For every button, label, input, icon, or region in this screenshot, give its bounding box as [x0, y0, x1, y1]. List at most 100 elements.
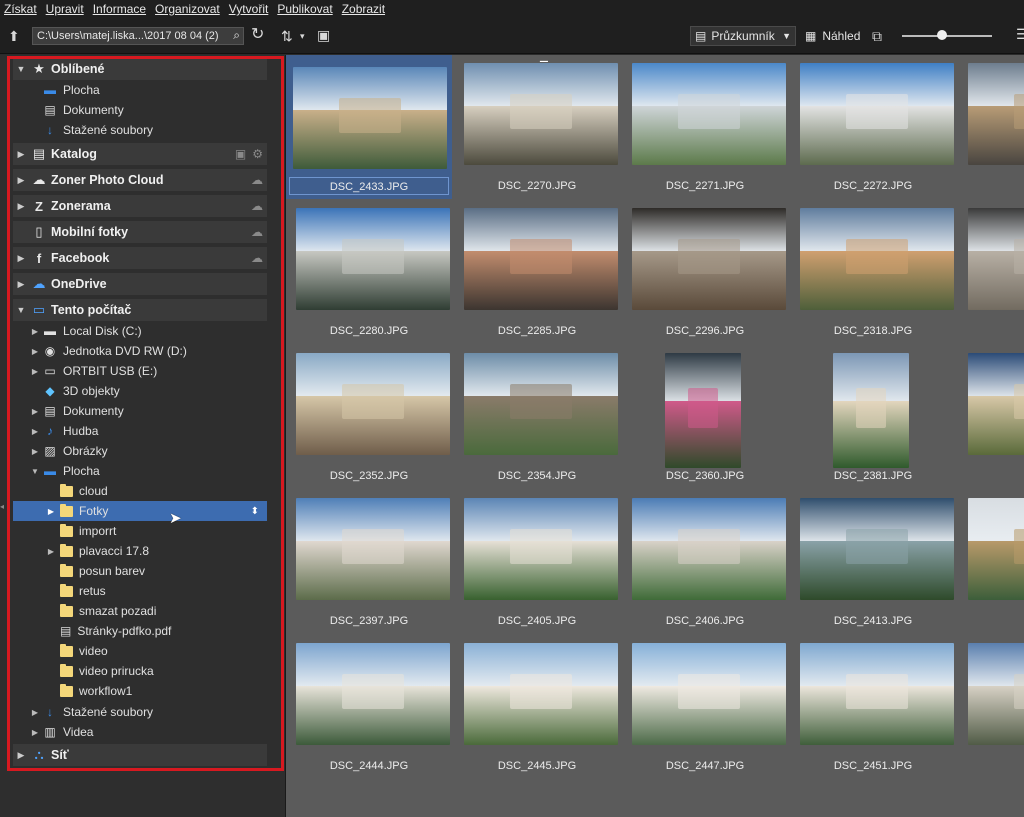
favorite-item-dokumenty[interactable]: ▤ Dokumenty: [41, 100, 123, 120]
photo-thumbnail[interactable]: [800, 498, 954, 600]
expand-right-icon[interactable]: ▶: [13, 279, 29, 290]
thumbnail-cell[interactable]: DSC_2413.JPG: [793, 490, 954, 632]
photo-thumbnail[interactable]: [968, 353, 1024, 455]
photo-thumbnail[interactable]: [464, 643, 618, 745]
expand-right-icon[interactable]: ▶: [29, 367, 41, 376]
section-katalog[interactable]: ▶ ▤ Katalog ▣ ⚙: [13, 143, 267, 165]
sort-dropdown-icon[interactable]: ▾: [300, 28, 305, 44]
photo-thumbnail[interactable]: [464, 498, 618, 600]
expand-right-icon[interactable]: ▶: [29, 327, 41, 336]
folder-up-icon[interactable]: ⬆: [8, 28, 20, 44]
menu-organizovat[interactable]: Organizovat: [155, 2, 220, 16]
tree-item-local-disk[interactable]: ▶ ▬ Local Disk (C:): [29, 321, 142, 341]
menu-zobrazit[interactable]: Zobrazit: [342, 2, 385, 16]
search-icon[interactable]: ⌕: [233, 28, 240, 43]
sort-icon[interactable]: ⇅: [281, 28, 293, 44]
photo-thumbnail[interactable]: [293, 67, 447, 169]
external-window-icon[interactable]: ⧉: [872, 28, 882, 44]
tree-item-3d[interactable]: ◆ 3D objekty: [29, 381, 119, 401]
path-input[interactable]: C:\Users\matej.liska...\2017 08 04 (2) ⌕: [32, 27, 244, 45]
tree-item-videa[interactable]: ▶ ▥ Videa: [29, 722, 94, 742]
folder-retus[interactable]: retus: [45, 581, 267, 601]
expand-right-icon[interactable]: ▶: [29, 427, 41, 436]
thumbnail-cell[interactable]: DSC_2318.JPG: [793, 200, 954, 342]
section-network[interactable]: ▶ ⛬ Síť: [13, 744, 267, 766]
folder-video-prirucka[interactable]: video prirucka: [45, 661, 267, 681]
tree-item-dokumenty[interactable]: ▶ ▤ Dokumenty: [29, 401, 124, 421]
section-mobile-photos[interactable]: ▯ Mobilní fotky ☁: [13, 221, 267, 243]
tree-item-usb[interactable]: ▶ ▭ ORTBIT USB (E:): [29, 361, 157, 381]
photo-thumbnail[interactable]: [296, 643, 450, 745]
view-mode-select[interactable]: ▤ Průzkumník ▼: [690, 26, 796, 46]
menu-vytvorit[interactable]: Vytvořit: [229, 2, 269, 16]
thumbnail-cell[interactable]: DSC_2360.JPG: [625, 345, 785, 487]
folder-cloud[interactable]: cloud: [45, 481, 267, 501]
thumbnail-cell[interactable]: DSC_2397.JPG: [289, 490, 450, 632]
thumbnail-cell[interactable]: DSC: [961, 345, 1024, 487]
tree-item-obrazky[interactable]: ▶ ▨ Obrázky: [29, 441, 108, 461]
expand-right-icon[interactable]: ▶: [45, 507, 57, 516]
favorite-item-plocha[interactable]: ▬ Plocha: [41, 80, 100, 100]
grip-icon[interactable]: ☰: [1016, 26, 1024, 43]
folder-workflow1[interactable]: workflow1: [45, 681, 267, 701]
expand-right-icon[interactable]: ▶: [29, 728, 41, 737]
photo-thumbnail[interactable]: [632, 63, 786, 165]
expand-right-icon[interactable]: ▶: [29, 347, 41, 356]
thumbnail-cell[interactable]: DSC_2381.JPG: [793, 345, 953, 487]
expand-right-icon[interactable]: ▶: [13, 253, 29, 264]
zoom-slider-handle[interactable]: [937, 30, 947, 40]
thumbnail-cell[interactable]: DSC: [961, 200, 1024, 342]
thumbnail-cell[interactable]: DSC_2444.JPG: [289, 635, 450, 777]
photo-thumbnail[interactable]: [296, 498, 450, 600]
folder-plavacci[interactable]: ▶ plavacci 17.8: [45, 541, 267, 561]
photo-thumbnail[interactable]: [464, 208, 618, 310]
photo-thumbnail[interactable]: [665, 353, 741, 468]
expand-right-icon[interactable]: ▶: [45, 547, 57, 556]
tree-item-stazene[interactable]: ▶ ↓ Stažené soubory: [29, 702, 153, 722]
file-stranky-pdf[interactable]: ▤ Stránky-pdfko.pdf: [45, 621, 267, 641]
photo-thumbnail[interactable]: [296, 208, 450, 310]
refresh-icon[interactable]: ↻: [251, 27, 264, 43]
panel-collapse-icon[interactable]: ◂: [0, 500, 6, 514]
photo-thumbnail[interactable]: [968, 498, 1024, 600]
preview-button[interactable]: ▦ Náhled: [805, 29, 860, 43]
folder-posun-barev[interactable]: posun barev: [45, 561, 267, 581]
thumbnail-cell[interactable]: DSC: [961, 55, 1024, 197]
photo-thumbnail[interactable]: [833, 353, 909, 468]
photo-thumbnail[interactable]: [632, 208, 786, 310]
photo-thumbnail[interactable]: [632, 498, 786, 600]
menu-publikovat[interactable]: Publikovat: [277, 2, 332, 16]
menu-upravit[interactable]: Upravit: [46, 2, 84, 16]
section-zoner-cloud[interactable]: ▶ ☁ Zoner Photo Cloud ☁: [13, 169, 267, 191]
thumbnail-cell[interactable]: DSC_2445.JPG: [457, 635, 618, 777]
photo-thumbnail[interactable]: [800, 208, 954, 310]
folder-smazat-pozadi[interactable]: smazat pozadi: [45, 601, 267, 621]
section-favorites[interactable]: ▼ ★ Oblíbené: [13, 58, 267, 80]
expand-right-icon[interactable]: ▶: [29, 708, 41, 717]
thumbnail-cell[interactable]: DSC_2433.JPG: [286, 55, 452, 199]
photo-thumbnail[interactable]: [464, 353, 618, 455]
thumbnail-cell[interactable]: DSC_2352.JPG: [289, 345, 450, 487]
photo-thumbnail[interactable]: [968, 208, 1024, 310]
expand-down-icon[interactable]: ▼: [13, 64, 29, 74]
tree-item-hudba[interactable]: ▶ ♪ Hudba: [29, 421, 98, 441]
thumbnail-cell[interactable]: DSC_2285.JPG: [457, 200, 618, 342]
thumbnail-cell[interactable]: DSC_2447.JPG: [625, 635, 786, 777]
thumbnail-cell[interactable]: DSC_2272.JPG: [793, 55, 954, 197]
tree-item-dvd[interactable]: ▶ ◉ Jednotka DVD RW (D:): [29, 341, 187, 361]
thumbnail-cell[interactable]: DSC_2296.JPG: [625, 200, 786, 342]
photo-thumbnail[interactable]: [968, 63, 1024, 165]
photo-thumbnail[interactable]: [464, 63, 618, 165]
expand-right-icon[interactable]: ▶: [13, 750, 29, 761]
expand-down-icon[interactable]: ▼: [29, 467, 41, 476]
section-onedrive[interactable]: ▶ ☁ OneDrive: [13, 273, 267, 295]
folder-imporrt[interactable]: imporrt: [45, 521, 267, 541]
expand-right-icon[interactable]: ▶: [29, 407, 41, 416]
expand-down-icon[interactable]: ▼: [13, 305, 29, 315]
section-facebook[interactable]: ▶ f Facebook ☁: [13, 247, 267, 269]
thumbnail-cell[interactable]: DSC_2451.JPG: [793, 635, 954, 777]
photo-thumbnail[interactable]: [800, 63, 954, 165]
menu-ziskat[interactable]: Získat: [4, 2, 37, 16]
thumbnail-cell[interactable]: DSC_2406.JPG: [625, 490, 786, 632]
add-folder-icon[interactable]: ▣: [235, 147, 246, 161]
